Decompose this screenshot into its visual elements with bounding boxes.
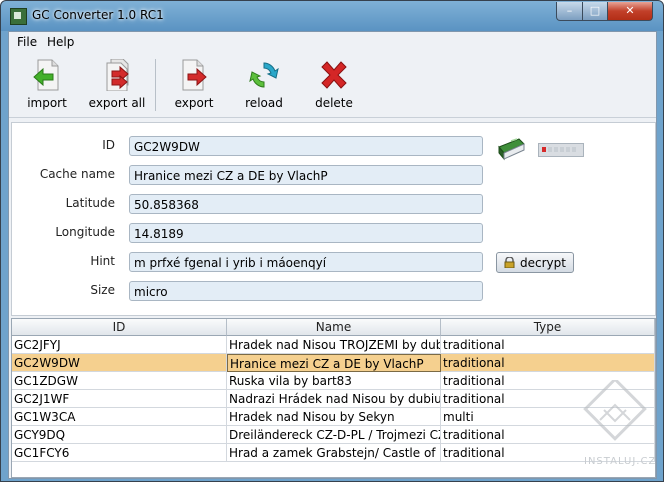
reload-button[interactable]: reload xyxy=(231,57,297,115)
table-row[interactable]: GCY9DQ Dreiländereck CZ-D-PL / Trojmezi … xyxy=(12,426,655,444)
toolbar: import export all export reload delete xyxy=(9,53,656,118)
signal-meter xyxy=(538,143,584,157)
cell-id: GC2JFYJ xyxy=(12,336,227,354)
export-all-label: export all xyxy=(88,96,146,110)
table-row[interactable]: GC2JFYJ Hradek nad Nisou TROJZEMI by dub… xyxy=(12,336,655,354)
export-icon xyxy=(182,59,207,91)
signal-bar xyxy=(548,147,552,152)
table-row[interactable]: GC1ZDGW Ruska vila by bart83 traditional xyxy=(12,372,655,390)
hint-label: Hint xyxy=(90,254,115,268)
delete-button[interactable]: delete xyxy=(301,57,367,115)
delete-label: delete xyxy=(315,96,353,110)
detail-form: ID GC2W9DW Cache name Hranice mezi CZ a … xyxy=(11,122,656,316)
decrypt-label: decrypt xyxy=(520,256,566,270)
cell-name: Hrad a zamek Grabstejn/ Castle of Gra... xyxy=(227,444,441,462)
cell-id: GC2J1WF xyxy=(12,390,227,408)
cell-name: Hradek nad Nisou TROJZEMI by dubi... xyxy=(227,336,441,354)
latitude-label: Latitude xyxy=(65,196,115,210)
table-row[interactable]: GC1FCY6 Hrad a zamek Grabstejn/ Castle o… xyxy=(12,444,655,462)
watermark-text: INSTALUJ.CZ xyxy=(584,456,657,467)
menu-bar: File Help xyxy=(9,32,656,52)
size-label: Size xyxy=(90,283,115,297)
maximize-button[interactable]: □ xyxy=(582,2,608,21)
cell-type: traditional xyxy=(441,336,655,354)
export-label: export xyxy=(174,96,214,110)
cell-name: Ruska vila by bart83 xyxy=(227,372,441,390)
cell-type: traditional xyxy=(441,354,655,372)
reload-icon xyxy=(249,62,279,88)
menu-file[interactable]: File xyxy=(17,35,37,49)
cache-name-label: Cache name xyxy=(39,167,115,181)
cell-id: GC2W9DW xyxy=(12,354,227,372)
import-button[interactable]: import xyxy=(14,57,80,115)
cell-id: GC1FCY6 xyxy=(12,444,227,462)
longitude-label: Longitude xyxy=(55,225,115,239)
table-row-selected[interactable]: GC2W9DW Hranice mezi CZ a DE by VlachP t… xyxy=(12,354,655,372)
signal-bar xyxy=(572,147,576,152)
toolbar-separator xyxy=(155,59,156,111)
cell-id: GCY9DQ xyxy=(12,426,227,444)
table-row[interactable]: GC1W3CA Hradek nad Nisou by Sekyn multi xyxy=(12,408,655,426)
column-header-type[interactable]: Type xyxy=(441,319,655,336)
cell-name: Hranice mezi CZ a DE by VlachP xyxy=(227,354,441,372)
menu-help[interactable]: Help xyxy=(47,35,74,49)
cache-name-field[interactable]: Hranice mezi CZ a DE by VlachP xyxy=(129,165,483,185)
delete-icon xyxy=(321,61,347,89)
cell-name: Hradek nad Nisou by Sekyn xyxy=(227,408,441,426)
cell-id: GC1ZDGW xyxy=(12,372,227,390)
cell-name: Nadrazi Hrádek nad Nisou by dubiusD xyxy=(227,390,441,408)
signal-bar xyxy=(542,147,546,152)
import-label: import xyxy=(27,96,67,110)
gps-device-icon xyxy=(498,138,525,161)
size-field[interactable]: micro xyxy=(129,281,483,301)
cache-table: ID Name Type GC2JFYJ Hradek nad Nisou TR… xyxy=(11,318,656,478)
import-icon xyxy=(33,59,59,91)
export-all-button[interactable]: export all xyxy=(84,57,150,115)
signal-bar xyxy=(554,147,558,152)
export-button[interactable]: export xyxy=(161,57,227,115)
latitude-field[interactable]: 50.858368 xyxy=(129,194,483,214)
export-all-icon xyxy=(106,59,129,91)
app-window: GC Converter 1.0 RC1 – □ ✕ File Help imp… xyxy=(0,0,664,482)
watermark-logo-icon xyxy=(583,380,647,441)
title-bar[interactable]: GC Converter 1.0 RC1 – □ ✕ xyxy=(1,1,663,31)
table-row[interactable]: GC2J1WF Nadrazi Hrádek nad Nisou by dubi… xyxy=(12,390,655,408)
client-area: File Help import export all export reloa… xyxy=(8,31,657,479)
id-field[interactable]: GC2W9DW xyxy=(129,136,483,156)
hint-field[interactable]: m prfxé fgenal i yrib i máoenqyí xyxy=(129,252,483,272)
id-label: ID xyxy=(102,138,115,152)
reload-label: reload xyxy=(245,96,283,110)
close-button[interactable]: ✕ xyxy=(607,2,653,21)
lock-icon xyxy=(504,257,515,268)
cell-name: Dreiländereck CZ-D-PL / Trojmezi CZ-... xyxy=(227,426,441,444)
cell-id: GC1W3CA xyxy=(12,408,227,426)
decrypt-button[interactable]: decrypt xyxy=(496,252,574,273)
signal-bar xyxy=(566,147,570,152)
signal-bar xyxy=(560,147,564,152)
minimize-button[interactable]: – xyxy=(556,2,583,21)
window-title: GC Converter 1.0 RC1 xyxy=(32,8,164,22)
longitude-field[interactable]: 14.8189 xyxy=(129,223,483,243)
column-header-name[interactable]: Name xyxy=(227,319,441,336)
app-icon xyxy=(10,8,27,25)
column-header-id[interactable]: ID xyxy=(12,319,227,336)
